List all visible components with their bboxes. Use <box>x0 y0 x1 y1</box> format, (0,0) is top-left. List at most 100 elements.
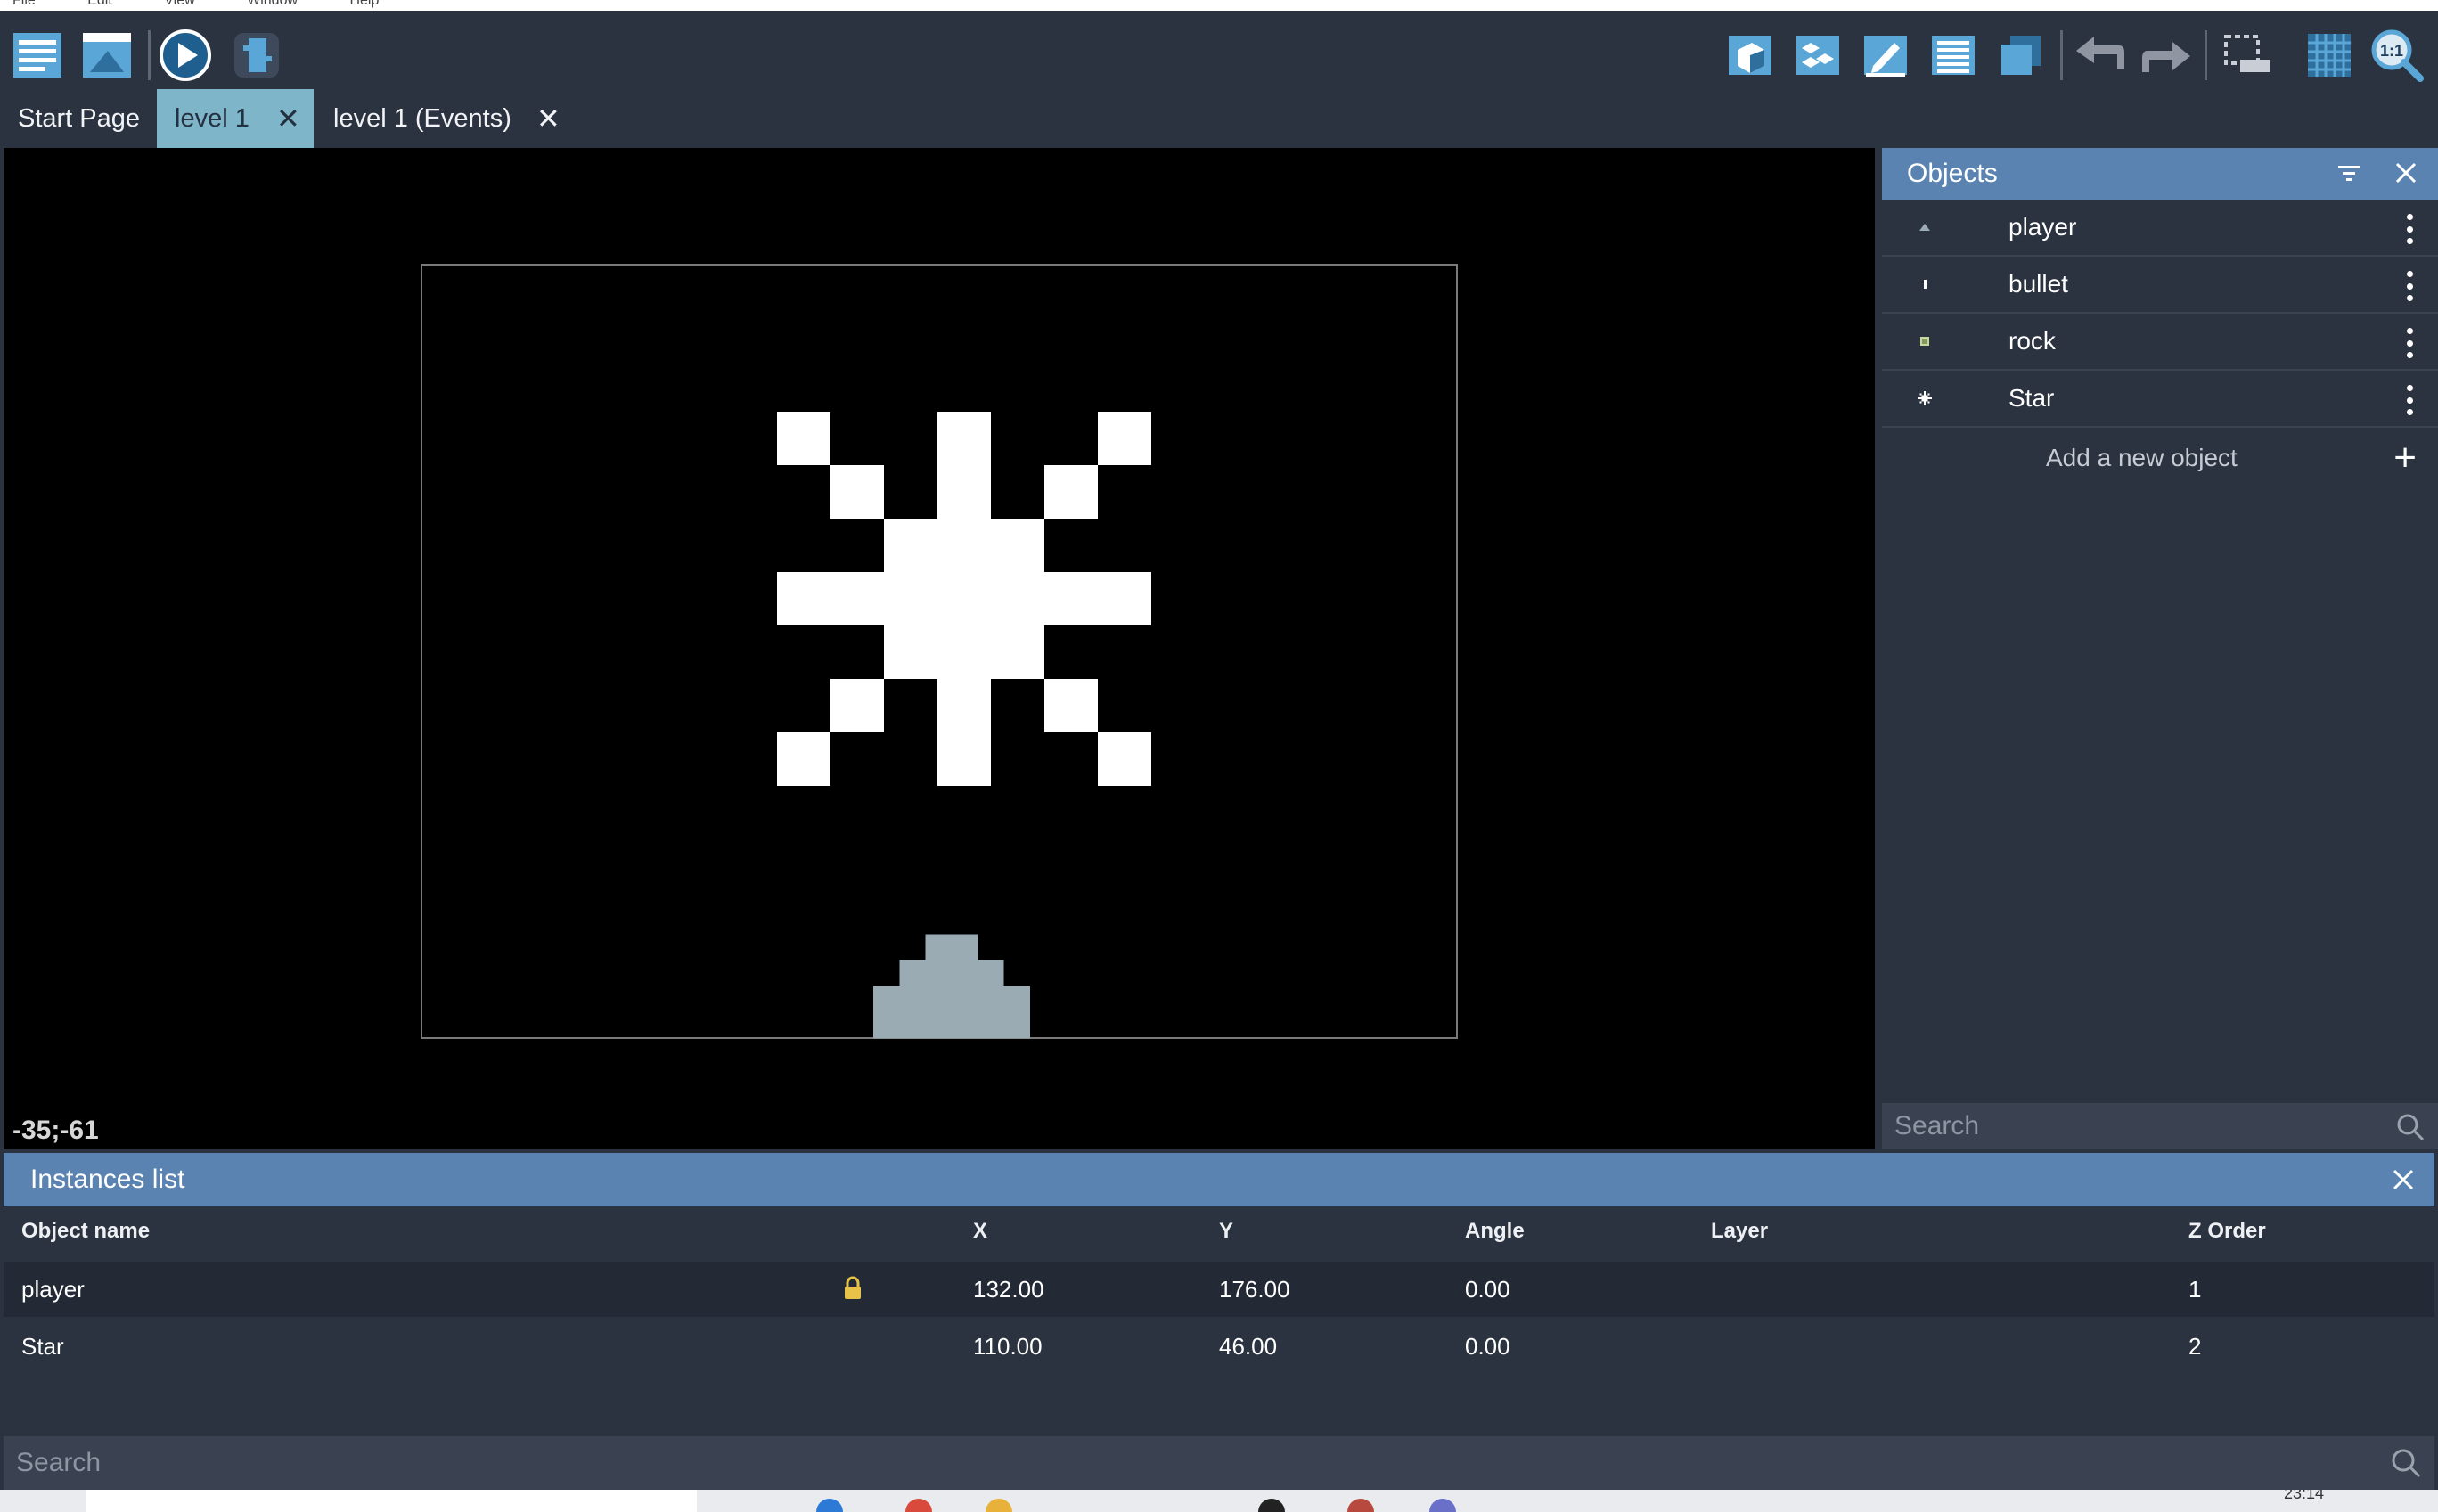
layers-icon[interactable] <box>1992 27 2049 84</box>
toolbar-separator <box>2205 30 2207 80</box>
cell-y: 46.00 <box>1219 1333 1278 1360</box>
folder-icon[interactable] <box>986 1499 1012 1512</box>
zoom-level-label: 1:1 <box>2380 42 2403 60</box>
menu-window[interactable]: Window <box>247 0 298 8</box>
star-thumb-icon <box>1916 389 1934 407</box>
table-row[interactable]: Star 110.00 46.00 0.00 2 <box>4 1319 2434 1374</box>
cell-y: 176.00 <box>1219 1276 1290 1303</box>
column-header-object-name[interactable]: Object name <box>21 1219 150 1244</box>
cell-x: 110.00 <box>973 1333 1043 1360</box>
rock-thumb-icon <box>1916 332 1934 350</box>
object-name: player <box>2008 213 2077 241</box>
more-options-icon[interactable] <box>2406 214 2413 244</box>
column-header-x[interactable]: X <box>973 1219 987 1244</box>
app-icon[interactable] <box>1258 1499 1285 1512</box>
lock-icon[interactable] <box>843 1276 863 1305</box>
object-name: rock <box>2008 327 2056 355</box>
toolbar: 1:1 <box>0 11 2438 100</box>
instances-panel-title: Instances list <box>30 1165 185 1194</box>
search-icon[interactable] <box>2395 1112 2426 1147</box>
close-icon[interactable] <box>2393 160 2418 190</box>
close-icon[interactable]: ✕ <box>536 102 560 135</box>
menu-edit[interactable]: Edit <box>87 0 112 8</box>
app-window: File Edit View Window Help 1:1 Start Pag… <box>0 0 2438 1512</box>
instances-panel: Instances list Object name X Y Angle Lay… <box>0 1151 2438 1436</box>
filter-icon[interactable] <box>2336 162 2361 190</box>
app-icon[interactable] <box>905 1499 932 1512</box>
search-icon[interactable] <box>2390 1447 2422 1483</box>
more-options-icon[interactable] <box>2406 271 2413 301</box>
grid-icon[interactable] <box>2301 27 2358 84</box>
object-name: Star <box>2008 384 2055 412</box>
zoom-icon[interactable]: 1:1 <box>2368 27 2426 84</box>
close-icon[interactable]: ✕ <box>276 102 300 135</box>
objects-panel-header: Objects <box>1882 148 2438 200</box>
objects-search-bar <box>1882 1103 2438 1149</box>
table-row[interactable]: player 132.00 176.00 0.00 1 <box>4 1262 2434 1317</box>
taskbar-clock: 23:14 <box>2283 1490 2324 1502</box>
scene-properties-icon[interactable] <box>78 27 135 84</box>
object-item-star[interactable]: Star <box>1882 371 2438 428</box>
objects-panel-icon[interactable] <box>1722 27 1779 84</box>
object-item-player[interactable]: player <box>1882 200 2438 257</box>
more-options-icon[interactable] <box>2406 328 2413 358</box>
more-options-icon[interactable] <box>2406 385 2413 415</box>
app-icon[interactable] <box>1347 1499 1374 1512</box>
cell-z-order: 1 <box>2188 1276 2202 1303</box>
bullet-thumb-icon <box>1916 275 1934 293</box>
player-instance[interactable] <box>873 934 1030 1039</box>
browser-icon[interactable] <box>816 1499 843 1512</box>
instance-editor-icon[interactable] <box>2219 27 2276 84</box>
instances-panel-header: Instances list <box>4 1153 2434 1206</box>
object-groups-icon[interactable] <box>1789 27 1846 84</box>
cell-z-order: 2 <box>2188 1333 2202 1360</box>
tab-label: level 1 (Events) <box>333 103 511 133</box>
project-manager-icon[interactable] <box>9 27 66 84</box>
cell-object-name: player <box>21 1276 85 1303</box>
app-icon[interactable] <box>1429 1499 1456 1512</box>
tab-bar: Start Page level 1 ✕ level 1 (Events) ✕ <box>0 89 2438 148</box>
properties-icon[interactable] <box>1857 27 1914 84</box>
undo-icon[interactable] <box>2071 27 2128 84</box>
object-item-bullet[interactable]: bullet <box>1882 257 2438 314</box>
column-header-angle[interactable]: Angle <box>1465 1219 1525 1244</box>
menu-file[interactable]: File <box>12 0 36 8</box>
object-item-rock[interactable]: rock <box>1882 314 2438 371</box>
cell-angle: 0.00 <box>1465 1333 1510 1360</box>
taskbar-search-box[interactable] <box>86 1490 697 1512</box>
menu-bar: File Edit View Window Help <box>0 0 2438 11</box>
tab-label: Start Page <box>18 103 141 133</box>
cell-angle: 0.00 <box>1465 1276 1510 1303</box>
cursor-coordinates: -35;-61 <box>12 1116 99 1145</box>
add-icon[interactable]: + <box>2393 438 2417 478</box>
column-header-layer[interactable]: Layer <box>1711 1219 1768 1244</box>
instances-search-bar <box>4 1436 2434 1490</box>
debugger-icon[interactable] <box>228 27 285 84</box>
column-header-y[interactable]: Y <box>1219 1219 1233 1244</box>
scene-canvas[interactable]: -35;-61 <box>4 148 1875 1149</box>
preview-icon[interactable] <box>157 27 214 84</box>
add-object-label: Add a new object <box>2046 444 2238 471</box>
instances-list-icon[interactable] <box>1925 27 1982 84</box>
tab-level-1[interactable]: level 1 ✕ <box>157 89 314 148</box>
objects-panel-title: Objects <box>1907 159 1998 188</box>
close-icon[interactable] <box>2392 1165 2415 1198</box>
menu-view[interactable]: View <box>164 0 194 8</box>
redo-icon[interactable] <box>2139 27 2196 84</box>
toolbar-separator <box>148 30 151 80</box>
tab-label: level 1 <box>175 103 250 133</box>
menu-help[interactable]: Help <box>349 0 379 8</box>
tab-level-1-events[interactable]: level 1 (Events) ✕ <box>315 89 572 148</box>
add-object-row[interactable]: Add a new object + <box>1882 429 2438 486</box>
cell-object-name: Star <box>21 1333 64 1360</box>
star-instance[interactable] <box>777 412 1151 786</box>
os-taskbar: 23:14 <box>0 1490 2438 1512</box>
tab-start-page[interactable]: Start Page <box>0 89 157 148</box>
cell-x: 132.00 <box>973 1276 1044 1303</box>
instances-search-input[interactable] <box>16 1448 2351 1478</box>
player-thumb-icon <box>1916 218 1934 236</box>
column-header-z-order[interactable]: Z Order <box>2188 1219 2266 1244</box>
object-name: bullet <box>2008 270 2068 298</box>
objects-panel: Objects player bullet rock Star Add a ne… <box>1882 148 2438 1149</box>
objects-search-input[interactable] <box>1894 1111 2376 1141</box>
